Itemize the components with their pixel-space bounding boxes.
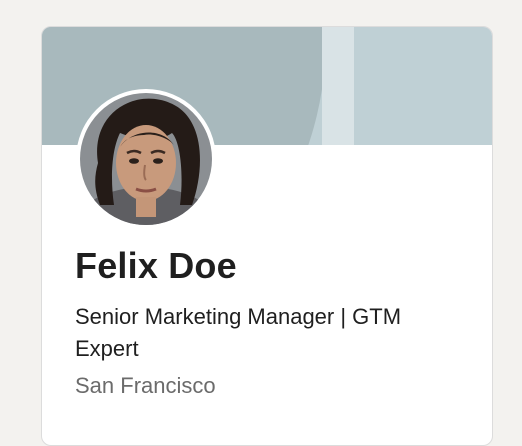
avatar[interactable]	[76, 89, 216, 229]
profile-headline: Senior Marketing Manager | GTM Expert	[75, 304, 402, 361]
profile-location: San Francisco	[75, 373, 216, 398]
profile-name: Felix Doe	[75, 245, 237, 286]
cover-light-band	[322, 27, 354, 145]
profile-card: Felix Doe Senior Marketing Manager | GTM…	[41, 26, 493, 446]
profile-photo-icon	[80, 93, 212, 225]
